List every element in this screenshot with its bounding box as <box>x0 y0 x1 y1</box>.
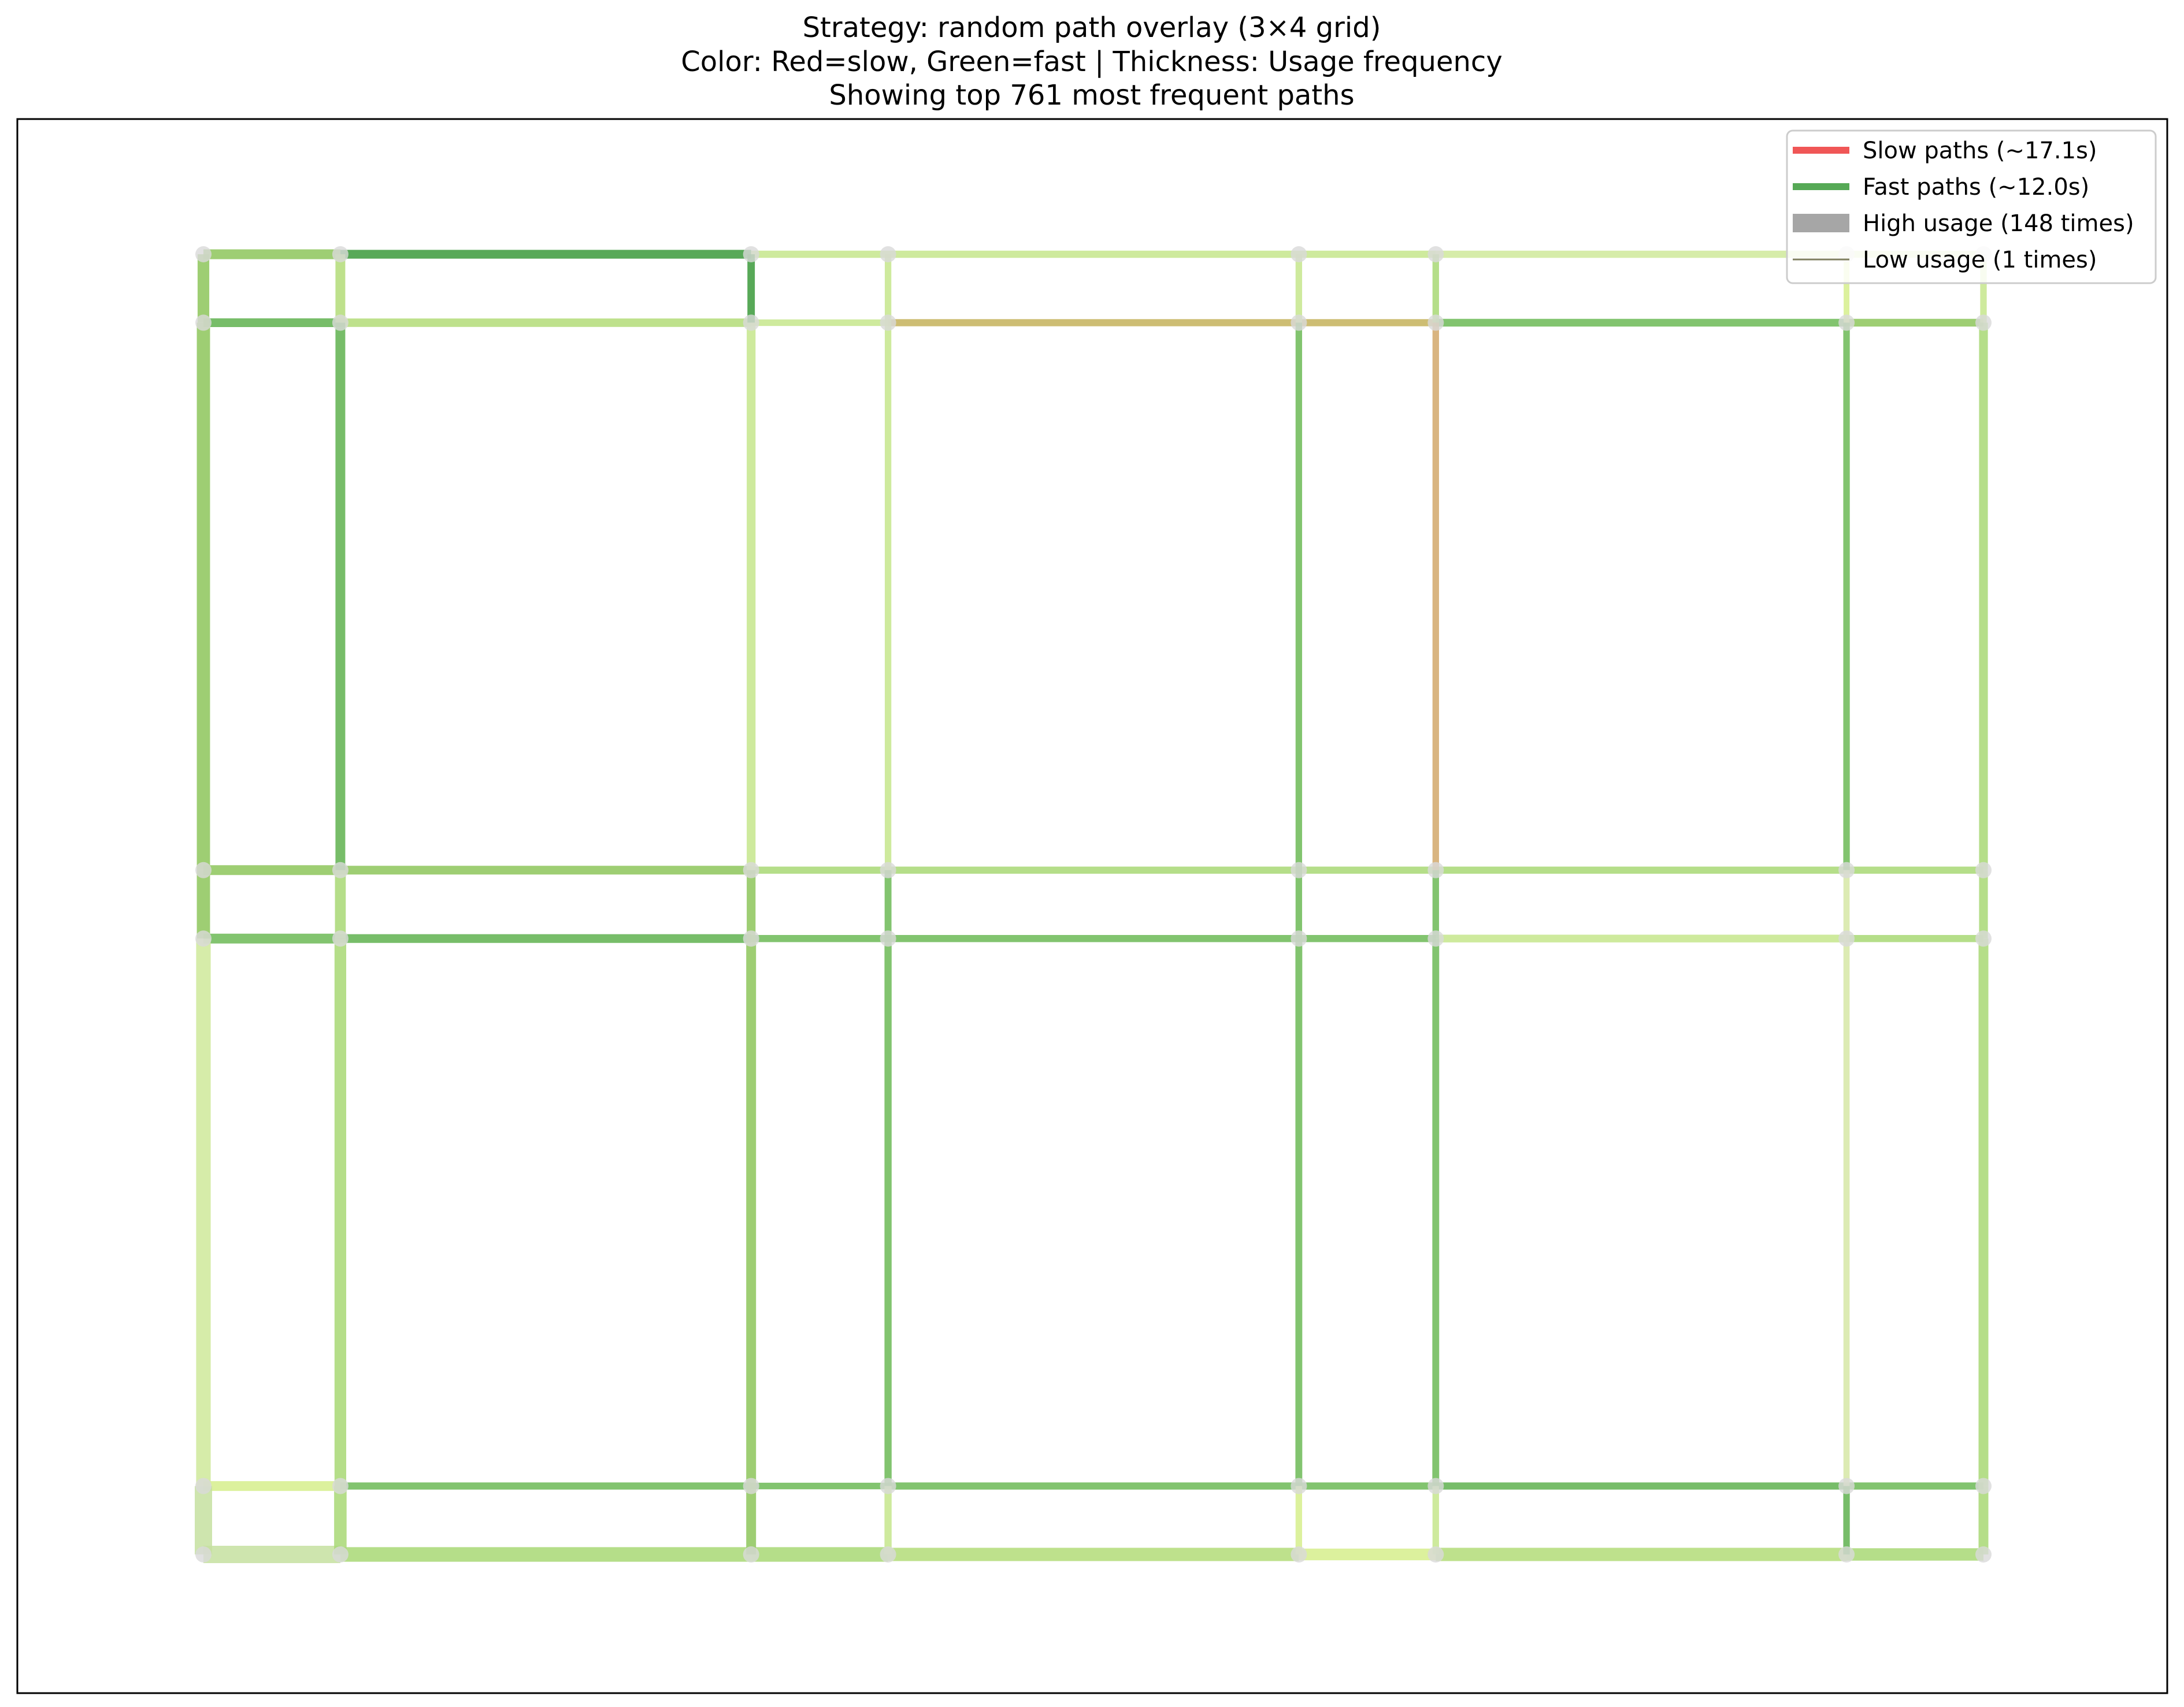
grid-node <box>332 246 348 262</box>
legend: Slow paths (~17.1s) Fast paths (~12.0s) … <box>1786 129 2157 284</box>
grid-node <box>880 246 896 262</box>
legend-label-low-usage: Low usage (1 times) <box>1863 247 2097 273</box>
grid-node <box>1291 1478 1307 1494</box>
grid-node <box>1838 1478 1855 1494</box>
grid-node <box>195 1546 212 1563</box>
grid-node <box>880 1546 896 1563</box>
grid-node <box>1838 314 1855 331</box>
grid-node <box>195 246 212 262</box>
legend-label-fast: Fast paths (~12.0s) <box>1863 174 2089 201</box>
grid-node <box>1427 1546 1444 1563</box>
grid-node <box>1291 314 1307 331</box>
grid-node <box>1838 930 1855 947</box>
grid-node <box>332 1478 348 1494</box>
grid-node <box>880 314 896 331</box>
grid-node <box>743 1546 759 1563</box>
grid-node <box>195 314 212 331</box>
grid-node <box>332 1546 348 1563</box>
grid-node <box>1975 930 1992 947</box>
legend-label-high-usage: High usage (148 times) <box>1863 210 2134 237</box>
grid-node <box>1427 314 1444 331</box>
grid-node <box>1975 862 1992 878</box>
grid-node <box>1838 862 1855 878</box>
grid-node <box>880 930 896 947</box>
grid-node <box>1427 246 1444 262</box>
grid-node <box>1291 862 1307 878</box>
grid-node <box>332 314 348 331</box>
grid-node <box>1975 314 1992 331</box>
grid-node <box>195 930 212 947</box>
grid-node <box>743 930 759 947</box>
path-overlay-figure: Strategy: random path overlay (3×4 grid)… <box>0 0 2184 1707</box>
grid-node <box>195 862 212 878</box>
grid-node <box>880 1478 896 1494</box>
title-line-3: Showing top 761 most frequent paths <box>829 79 1354 112</box>
grid-node <box>1291 1546 1307 1563</box>
grid-node <box>1291 246 1307 262</box>
legend-label-slow: Slow paths (~17.1s) <box>1863 138 2097 164</box>
grid-node <box>1427 1478 1444 1494</box>
grid-node <box>1975 1478 1992 1494</box>
grid-node <box>1427 862 1444 878</box>
grid-node <box>332 930 348 947</box>
grid-node <box>743 246 759 262</box>
grid-node <box>880 862 896 878</box>
grid-node <box>195 1478 212 1494</box>
title-line-1: Strategy: random path overlay (3×4 grid) <box>803 12 1381 44</box>
grid-node <box>1291 930 1307 947</box>
grid-node <box>1838 1546 1855 1563</box>
grid-node <box>743 862 759 878</box>
grid-node <box>743 1478 759 1494</box>
grid-node <box>1427 930 1444 947</box>
grid-node <box>1975 1546 1992 1563</box>
grid-node <box>332 862 348 878</box>
title-line-2: Color: Red=slow, Green=fast | Thickness:… <box>681 46 1502 78</box>
grid-node <box>743 314 759 331</box>
